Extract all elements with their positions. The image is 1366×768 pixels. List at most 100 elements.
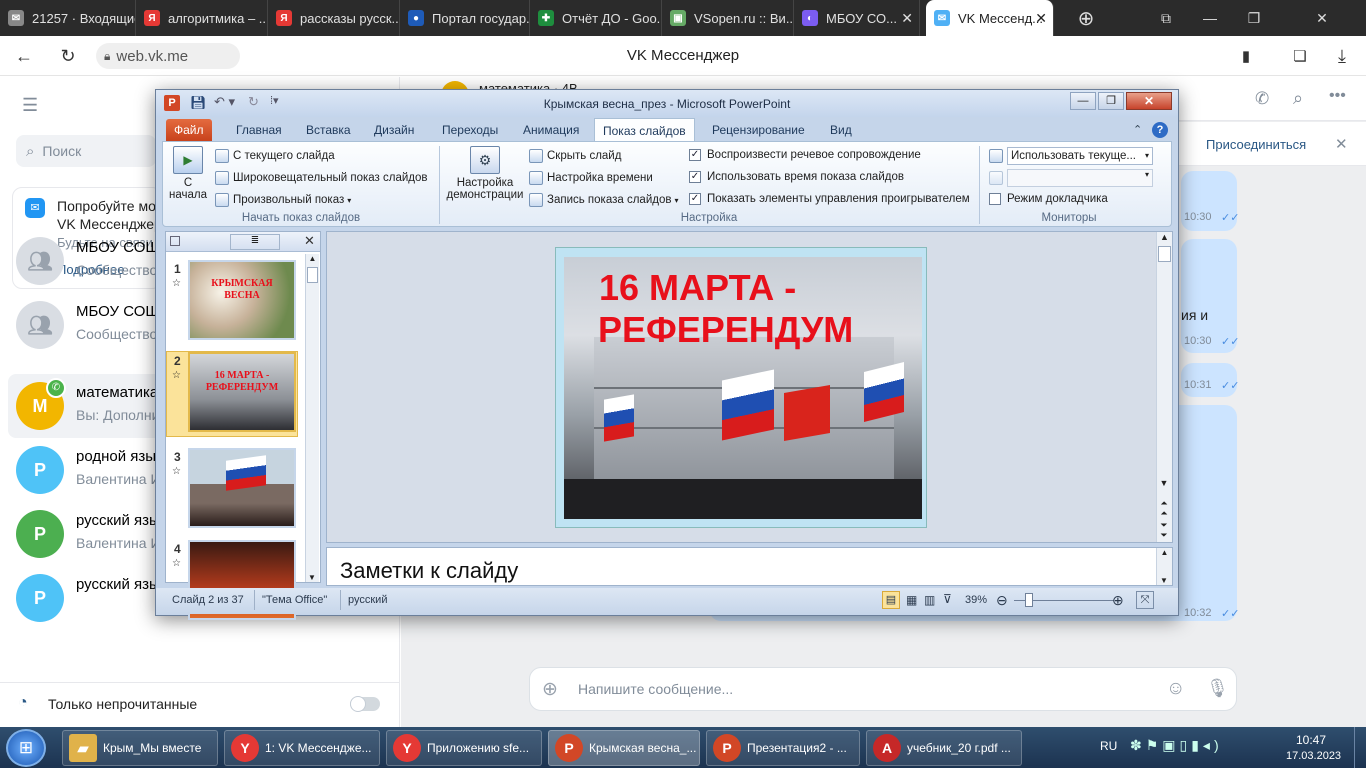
restore-icon[interactable]: ❐ xyxy=(1098,92,1124,110)
fit-window-icon[interactable]: ⤧ xyxy=(1136,591,1154,609)
new-tab-button[interactable]: ⊕ xyxy=(1064,0,1108,36)
scroll-down-icon[interactable]: ▼ xyxy=(306,573,318,582)
quick-access-menu-icon[interactable]: ⁞▾ xyxy=(270,94,279,107)
resolution-select[interactable]: ▾ xyxy=(989,169,1153,187)
slides-tab-icon[interactable] xyxy=(170,236,180,246)
browser-tab[interactable]: Яалгоритмика – ... xyxy=(136,0,268,36)
scroll-thumb[interactable] xyxy=(307,267,318,283)
ribbon-tab[interactable]: Показ слайдов xyxy=(594,118,695,142)
back-arrow-icon[interactable]: ← xyxy=(12,44,36,68)
close-icon[interactable]: ✕ xyxy=(1300,0,1344,36)
download-icon[interactable]: ⤓ xyxy=(1330,44,1354,68)
slideshow-view-icon[interactable]: ⊽ xyxy=(943,592,952,606)
ribbon-tab[interactable]: Рецензирование xyxy=(704,119,813,141)
normal-view-icon[interactable]: ▤ xyxy=(882,591,900,609)
outline-tab-icon[interactable]: ≣ xyxy=(230,234,280,250)
zoom-in-icon[interactable]: ⊕ xyxy=(1112,592,1124,609)
join-button[interactable]: Присоединиться xyxy=(1206,137,1306,152)
taskbar-item[interactable]: P Презентация2 - ... xyxy=(706,730,860,766)
browser-tab[interactable]: ◐ МБОУ СО... ✕ xyxy=(794,0,920,36)
attach-icon[interactable]: ⊕ xyxy=(542,678,558,701)
ribbon-tab[interactable]: Главная xyxy=(228,119,290,141)
slide-thumbnail[interactable]: КРЫМСКАЯ ВЕСНА xyxy=(188,260,296,340)
zoom-slider-thumb[interactable] xyxy=(1025,593,1033,607)
phone-icon[interactable]: ✆ xyxy=(1255,89,1269,109)
ribbon-tab[interactable]: Вставка xyxy=(298,119,359,141)
url-field[interactable]: 🔒︎ web.vk.me xyxy=(96,43,240,69)
presenter-view-checkbox[interactable]: Режим докладчика xyxy=(989,193,1108,205)
scroll-up-icon[interactable]: ▲ xyxy=(1157,232,1172,242)
close-pane-icon[interactable]: ✕ xyxy=(304,233,315,249)
show-desktop-button[interactable] xyxy=(1354,727,1366,768)
taskbar-item[interactable]: ▰ Крым_Мы вместе xyxy=(62,730,218,766)
ribbon-tab[interactable]: Переходы xyxy=(434,119,506,141)
narration-checkbox[interactable]: ✓ Воспроизвести речевое сопровождение xyxy=(689,149,921,161)
hide-slide-button[interactable]: Скрыть слайд xyxy=(529,149,621,163)
scroll-up-icon[interactable]: ▲ xyxy=(306,254,319,263)
taskbar-item[interactable]: Y 1: VK Мессендже... xyxy=(224,730,380,766)
close-icon[interactable]: ✕ xyxy=(1126,92,1172,110)
slide-sorter-icon[interactable]: ▦ xyxy=(906,593,917,607)
browser-tab[interactable]: ● Портал государ... xyxy=(400,0,530,36)
browser-tab[interactable]: ✉ VK Мессенд... ✕ xyxy=(926,0,1054,36)
taskbar-item[interactable]: Y Приложению sfe... xyxy=(386,730,542,766)
microphone-icon[interactable]: 🎙︎ xyxy=(1206,678,1229,699)
taskbar-item[interactable]: P Крымская весна_... xyxy=(548,730,700,766)
prev-slide-icon[interactable]: ⏶ ⏶ xyxy=(1157,498,1171,518)
notes-scrollbar[interactable]: ▲ ▼ xyxy=(1156,548,1172,585)
input-language[interactable]: RU xyxy=(1100,739,1117,753)
setup-show-button[interactable]: ⚙ Настройка демонстрации xyxy=(445,146,525,206)
ribbon-tab[interactable]: Файл xyxy=(166,119,212,141)
reading-view-icon[interactable]: ▥ xyxy=(924,593,935,607)
search-input[interactable]: ⌕ Поиск xyxy=(16,135,156,167)
search-icon[interactable]: ⌕ xyxy=(1293,88,1303,109)
ribbon-tab[interactable]: Анимация xyxy=(515,119,587,141)
from-current-button[interactable]: С текущего слайда xyxy=(215,149,335,163)
monitor-select[interactable]: Использовать текуще... ▾ xyxy=(989,147,1153,165)
reload-icon[interactable]: ↻ xyxy=(56,44,80,68)
browser-tab[interactable]: Ярассказы русск... xyxy=(268,0,400,36)
notes-pane[interactable]: Заметки к слайду ▲ ▼ xyxy=(326,547,1173,586)
from-start-button[interactable]: ▶ С начала xyxy=(169,146,207,206)
slide-thumbnail[interactable]: 16 МАРТА - РЕФЕРЕНДУМ xyxy=(188,352,296,432)
message-input[interactable]: ⊕ Напишите сообщение... ☺ 🎙︎ xyxy=(529,667,1237,711)
scroll-thumb[interactable] xyxy=(1158,246,1171,262)
emoji-icon[interactable]: ☺ xyxy=(1166,678,1185,700)
close-tab-icon[interactable]: ✕ xyxy=(1035,10,1047,27)
clock-date[interactable]: 17.03.2023 xyxy=(1286,750,1341,762)
slide-thumbnail[interactable] xyxy=(188,448,296,528)
unread-toggle[interactable] xyxy=(350,696,380,712)
ribbon-collapse-icon[interactable]: ⌃ xyxy=(1133,123,1142,136)
minimize-icon[interactable]: — xyxy=(1188,0,1232,36)
tray-icons[interactable]: ✽⚑▣▯▮◂) xyxy=(1130,737,1223,754)
menu-icon[interactable]: ☰ xyxy=(22,95,38,116)
taskbar-item[interactable]: Aучебник_20 г.pdf ... xyxy=(866,730,1022,766)
zoom-out-icon[interactable]: ⊖ xyxy=(996,592,1008,609)
close-tab-icon[interactable]: ✕ xyxy=(901,10,913,27)
next-slide-icon[interactable]: ⏷ ⏷ xyxy=(1157,520,1171,540)
more-icon[interactable]: ••• xyxy=(1329,87,1346,105)
bookmark-icon[interactable]: ▮ xyxy=(1234,44,1258,68)
broadcast-button[interactable]: Широковещательный показ слайдов xyxy=(215,171,428,185)
rehearse-timings-button[interactable]: Настройка времени xyxy=(529,171,653,185)
scroll-down-icon[interactable]: ▼ xyxy=(1157,576,1171,585)
language[interactable]: русский xyxy=(348,594,387,606)
thumbs-scrollbar[interactable]: ▲ ▼ xyxy=(305,254,319,582)
record-show-button[interactable]: Запись показа слайдов ▾ xyxy=(529,193,678,207)
scroll-up-icon[interactable]: ▲ xyxy=(1157,548,1172,557)
minimize-icon[interactable]: — xyxy=(1070,92,1096,110)
slide-scrollbar[interactable]: ▲ ▼ ⏶ ⏶ ⏷ ⏷ xyxy=(1156,232,1172,542)
ribbon-tab[interactable]: Дизайн xyxy=(366,119,422,141)
current-slide[interactable]: 16 МАРТА - РЕФЕРЕНДУМ xyxy=(555,247,927,528)
browser-tab[interactable]: ✚ Отчёт ДО - Goo... xyxy=(530,0,662,36)
start-button[interactable]: ⊞ xyxy=(6,729,46,767)
zoom-level[interactable]: 39% xyxy=(965,594,987,606)
save-icon[interactable]: 💾︎ xyxy=(190,95,207,111)
browser-tab[interactable]: ✉ 21257 · Входящие xyxy=(0,0,136,36)
redo-icon[interactable]: ↻ xyxy=(248,94,259,110)
ribbon-tab[interactable]: Вид xyxy=(822,119,860,141)
collections-icon[interactable]: ❏ xyxy=(1288,44,1312,68)
media-controls-checkbox[interactable]: ✓ Показать элементы управления проигрыват… xyxy=(689,193,970,205)
tab-list-icon[interactable]: ⧉ xyxy=(1144,0,1188,36)
use-timings-checkbox[interactable]: ✓ Использовать время показа слайдов xyxy=(689,171,904,183)
